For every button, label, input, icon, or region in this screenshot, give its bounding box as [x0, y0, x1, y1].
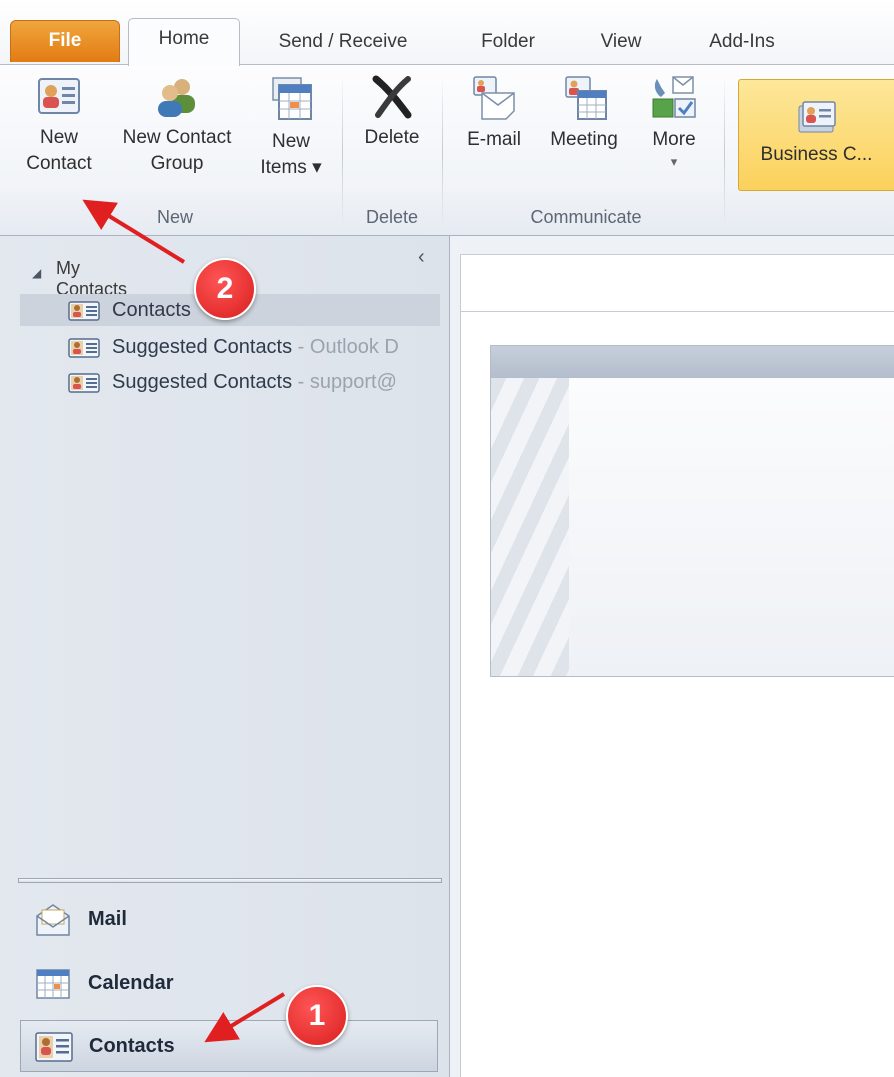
- annotation-step-1: 1: [286, 985, 348, 1047]
- annotation-arrow-1: [204, 992, 286, 1043]
- annotation-arrows: [82, 199, 286, 1043]
- tab-home[interactable]: Home: [128, 18, 240, 66]
- annotation-step-2: 2: [194, 258, 256, 320]
- annotation-arrow-2: [82, 199, 186, 264]
